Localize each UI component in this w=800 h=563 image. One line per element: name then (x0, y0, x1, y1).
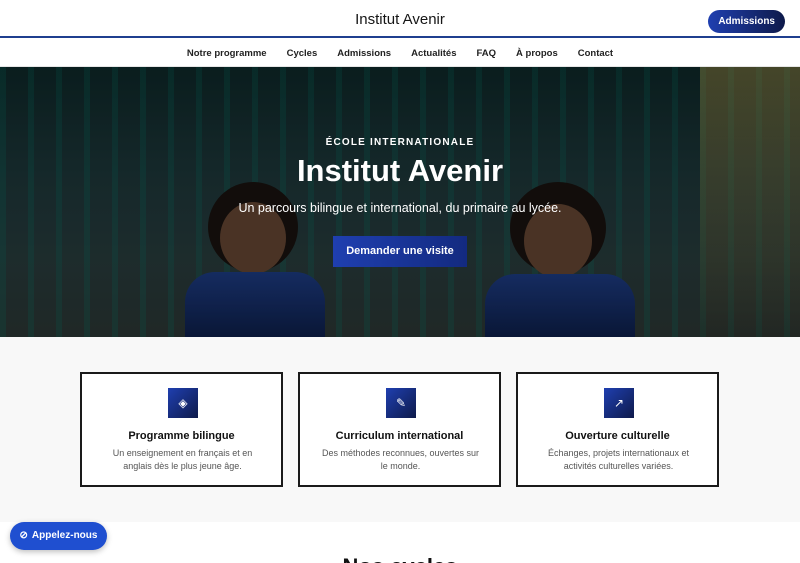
hero-title: Institut Avenir (296, 153, 504, 188)
feature-card-culture: ↗ Ouverture culturelle Échanges, projets… (516, 372, 719, 487)
site-header: Institut Avenir Admissions (0, 0, 800, 38)
feature-card-bilingual: ◈ Programme bilingue Un enseignement en … (80, 372, 283, 487)
call-us-button[interactable]: ⊘ Appelez-nous (10, 522, 107, 550)
hero-subtitle: Un parcours bilingue et international, d… (238, 201, 562, 215)
nav-item-contact[interactable]: Contact (578, 48, 613, 59)
pencil-icon: ✎ (386, 388, 416, 418)
section-title: Nos cycles (0, 554, 800, 563)
nav-item-actualites[interactable]: Actualités (411, 48, 456, 59)
hero-eyebrow: ÉCOLE INTERNATIONALE (325, 137, 475, 148)
phone-icon: ⊘ (19, 530, 28, 541)
translate-icon: ◈ (168, 388, 198, 418)
request-visit-button[interactable]: Demander une visite (333, 236, 467, 267)
feature-card-curriculum: ✎ Curriculum international Des méthodes … (298, 372, 501, 487)
feature-description: Des méthodes reconnues, ouvertes sur le … (321, 448, 480, 471)
brand-title[interactable]: Institut Avenir (0, 0, 800, 38)
admissions-button[interactable]: Admissions (708, 10, 785, 33)
nav-item-cycles[interactable]: Cycles (287, 48, 318, 59)
feature-description: Échanges, projets internationaux et acti… (547, 448, 690, 471)
hero-section: ÉCOLE INTERNATIONALE Institut Avenir Un … (0, 67, 800, 337)
nav-item-programme[interactable]: Notre programme (187, 48, 267, 59)
nav-item-admissions[interactable]: Admissions (337, 48, 391, 59)
features-section: ◈ Programme bilingue Un enseignement en … (0, 337, 800, 522)
hero-content: ÉCOLE INTERNATIONALE Institut Avenir Un … (0, 67, 800, 337)
cycles-section: Nos cycles (0, 522, 800, 563)
main-nav: Notre programme Cycles Admissions Actual… (0, 40, 800, 67)
feature-description: Un enseignement en français et en anglai… (112, 448, 253, 471)
nav-item-faq[interactable]: FAQ (477, 48, 497, 59)
call-us-label: Appelez-nous (31, 530, 98, 541)
feature-title: Ouverture culturelle (565, 430, 670, 442)
feature-title: Curriculum international (335, 430, 464, 442)
nav-item-a-propos[interactable]: À propos (516, 48, 558, 59)
feature-title: Programme bilingue (128, 430, 235, 442)
arrow-up-right-icon: ↗ (604, 388, 634, 418)
